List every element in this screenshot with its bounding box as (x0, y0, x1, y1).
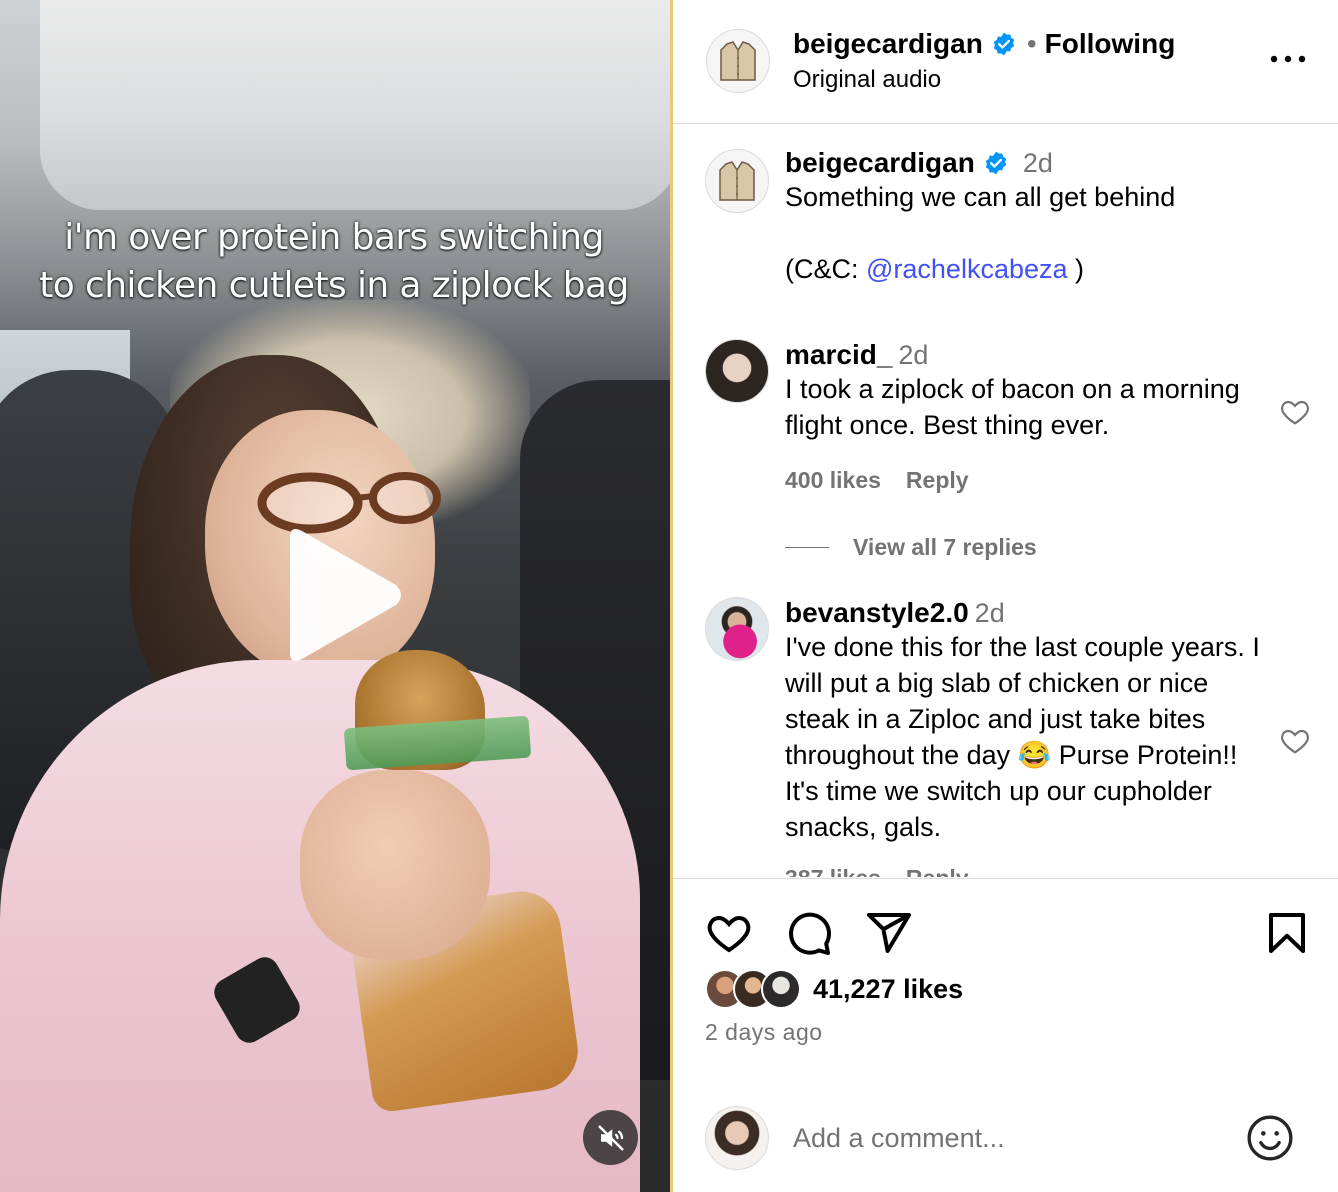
caption-time: 2d (1022, 147, 1053, 178)
replies-line (785, 547, 829, 548)
comment-time: 2d (898, 340, 929, 370)
post-side-panel: beigecardigan • Following Original audio (673, 0, 1338, 1192)
heart-icon[interactable] (705, 909, 753, 957)
overlay-line-1: i'm over protein bars switching (64, 217, 604, 258)
caption-text: Something we can all get behind (785, 182, 1176, 212)
commenter-avatar[interactable] (705, 597, 769, 661)
post-timestamp: 2 days ago (705, 1019, 823, 1045)
caption-author-avatar[interactable] (705, 149, 769, 213)
play-icon (290, 529, 401, 661)
header-separator: • (1026, 28, 1037, 59)
comment-time: 2d (974, 598, 1005, 628)
reply-button[interactable]: Reply (906, 865, 969, 877)
author-username[interactable]: beigecardigan (793, 28, 983, 60)
reply-button[interactable]: Reply (906, 467, 969, 494)
comment-item: bevanstyle2.0 2d I've done this for the l… (673, 597, 1338, 877)
emoji-icon[interactable] (1245, 1113, 1295, 1163)
liker-avatar (761, 969, 801, 1009)
likes-count[interactable]: 41,227 likes (813, 974, 963, 1005)
comment-item: marcid_ 2d I took a ziplock of bacon on a… (673, 339, 1338, 579)
verified-badge-icon (993, 32, 1015, 56)
likes-summary: 41,227 likes (705, 969, 963, 1009)
commenter-username[interactable]: bevanstyle2.0 (785, 597, 969, 628)
bookmark-icon[interactable] (1263, 909, 1311, 957)
comment-like-icon[interactable] (1279, 725, 1311, 757)
comments-list[interactable]: beigecardigan 2d Something we can all ge… (673, 125, 1338, 877)
caption-username[interactable]: beigecardigan (785, 147, 975, 179)
comment-text: I've done this for the last couple years… (785, 632, 1260, 842)
comment-likes[interactable]: 400 likes (785, 467, 881, 494)
play-button[interactable] (278, 525, 408, 665)
comment-likes[interactable]: 387 likes (785, 865, 881, 877)
more-options-icon[interactable] (1268, 44, 1308, 74)
mute-button[interactable] (583, 1110, 638, 1165)
author-avatar[interactable] (706, 29, 770, 93)
muted-speaker-icon (598, 1125, 623, 1150)
overlay-line-2: to chicken cutlets in a ziplock bag (39, 265, 629, 306)
comment-input[interactable] (793, 1115, 1223, 1161)
add-comment-bar (673, 1101, 1338, 1192)
comment-text: I took a ziplock of bacon on a morning f… (785, 374, 1240, 440)
comment-icon[interactable] (785, 909, 833, 957)
person-hand (300, 770, 490, 960)
car-sunroof (40, 0, 672, 210)
following-button[interactable]: Following (1045, 28, 1176, 60)
cardigan-logo-icon (719, 161, 755, 201)
video-player[interactable]: i'm over protein bars switching to chick… (0, 0, 672, 1192)
view-replies-label: View all 7 replies (853, 534, 1037, 560)
share-icon[interactable] (865, 909, 913, 957)
commenter-username[interactable]: marcid_ (785, 339, 892, 370)
credit-suffix: ) (1067, 254, 1085, 284)
comment-like-icon[interactable] (1279, 396, 1311, 428)
original-audio-link[interactable]: Original audio (793, 66, 941, 94)
video-text-overlay: i'm over protein bars switching to chick… (0, 214, 668, 310)
credit-mention-link[interactable]: @rachelkcabeza (866, 254, 1068, 284)
post-actions: 41,227 likes 2 days ago (673, 878, 1338, 1192)
cardigan-logo-icon (720, 41, 756, 81)
verified-badge-icon (985, 151, 1007, 175)
credit-prefix: (C&C: (785, 254, 866, 284)
post-header: beigecardigan • Following Original audio (673, 0, 1338, 124)
view-replies-button[interactable]: View all 7 replies (785, 534, 1037, 561)
commenter-avatar[interactable] (705, 339, 769, 403)
current-user-avatar (705, 1106, 769, 1170)
caption-credit: (C&C: @rachelkcabeza ) (785, 251, 1265, 287)
